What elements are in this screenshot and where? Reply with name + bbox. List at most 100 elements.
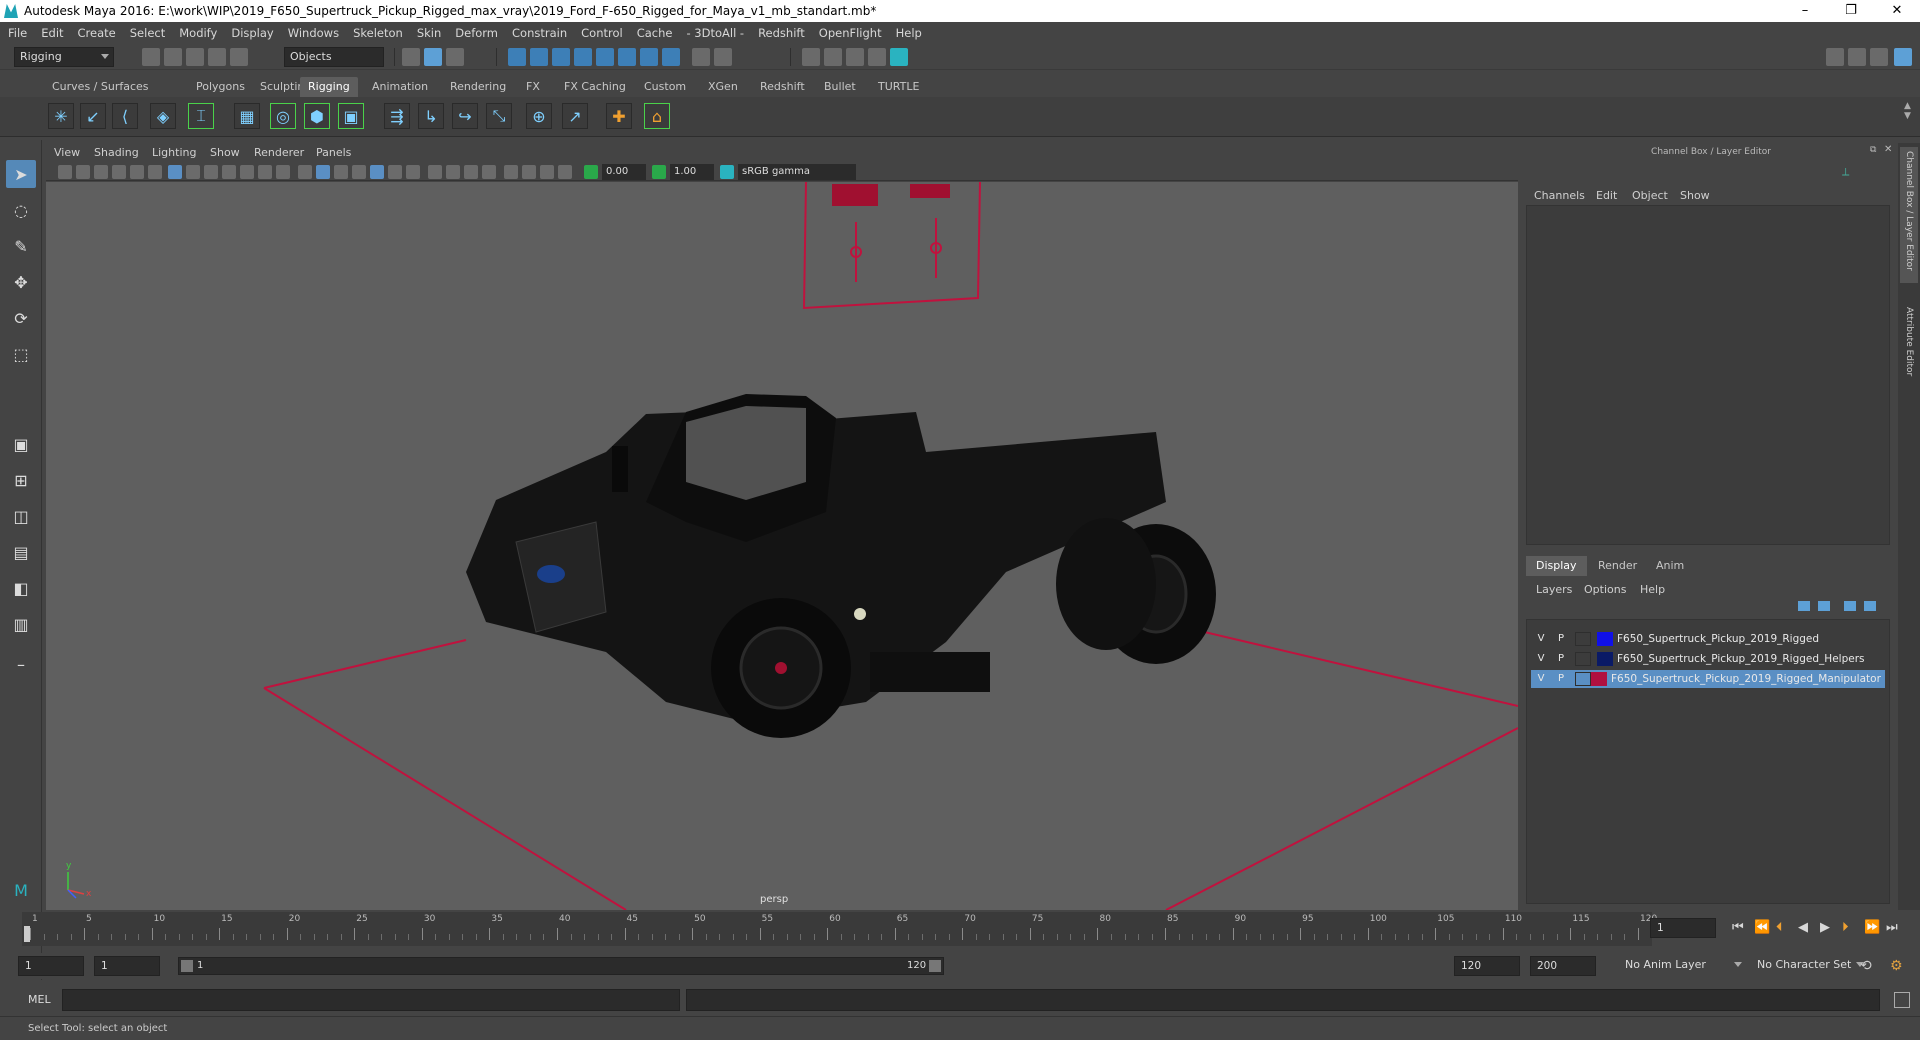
exposure-icon[interactable] bbox=[584, 165, 598, 179]
tab-polygons[interactable]: Polygons bbox=[188, 77, 253, 97]
2d-pan-zoom-icon[interactable] bbox=[130, 165, 144, 179]
close-button[interactable]: ✕ bbox=[1874, 0, 1920, 22]
safe-action-icon[interactable] bbox=[258, 165, 272, 179]
snap-pivot-icon[interactable] bbox=[640, 48, 658, 66]
camera-select-icon[interactable] bbox=[58, 165, 72, 179]
orient-constraint-icon[interactable]: ↪ bbox=[452, 103, 478, 129]
step-forward-key-icon[interactable]: ⏩ bbox=[1864, 920, 1880, 935]
viewport-menu-renderer[interactable]: Renderer bbox=[254, 146, 304, 159]
playback-toggle[interactable]: P bbox=[1553, 650, 1569, 668]
resolution-gate-icon[interactable] bbox=[204, 165, 218, 179]
object-menu[interactable]: Object bbox=[1632, 189, 1668, 202]
display-type-toggle[interactable] bbox=[1575, 632, 1591, 646]
side-by-side-icon[interactable]: ◫ bbox=[6, 502, 36, 530]
gamma-icon[interactable] bbox=[652, 165, 666, 179]
layer-row[interactable]: V P F650_Supertruck_Pickup_2019_Rigged_M… bbox=[1531, 670, 1885, 688]
smooth-bind-icon[interactable]: ▦ bbox=[234, 103, 260, 129]
new-layer-icon[interactable] bbox=[1844, 601, 1856, 611]
help-menu[interactable]: Help bbox=[1640, 583, 1665, 596]
tab-redshift[interactable]: Redshift bbox=[752, 77, 813, 97]
field-chart-icon[interactable] bbox=[240, 165, 254, 179]
undo-icon[interactable] bbox=[208, 48, 226, 66]
tab-fx-caching[interactable]: FX Caching bbox=[556, 77, 634, 97]
time-slider[interactable]: 1 5 10 15 20 25 30 35 40 45 50 55 60 65 70 75 80 85 90 95 10… bbox=[22, 912, 1657, 946]
channel-box-toggle-icon[interactable] bbox=[1894, 48, 1912, 66]
scale-tool-icon[interactable]: ⬚ bbox=[6, 340, 36, 368]
textured-icon[interactable] bbox=[370, 165, 384, 179]
camera-attributes-icon[interactable] bbox=[76, 165, 90, 179]
shadows-icon[interactable] bbox=[406, 165, 420, 179]
menu-file[interactable]: File bbox=[8, 26, 27, 40]
set-driven-key-icon[interactable]: ⌂ bbox=[644, 103, 670, 129]
viewport-menu-shading[interactable]: Shading bbox=[94, 146, 139, 159]
select-tool-icon[interactable]: ➤ bbox=[6, 160, 36, 188]
color-management-icon[interactable] bbox=[720, 165, 734, 179]
selection-mode-dropdown[interactable]: Objects bbox=[284, 47, 384, 67]
menu-modify[interactable]: Modify bbox=[179, 26, 217, 40]
menu-redshift[interactable]: Redshift bbox=[758, 26, 805, 40]
tab-render[interactable]: Render bbox=[1588, 556, 1647, 576]
persp-outliner-icon[interactable]: ◧ bbox=[6, 574, 36, 602]
layer-row[interactable]: V P F650_Supertruck_Pickup_2019_Rigged_H… bbox=[1531, 650, 1885, 668]
menuset-dropdown[interactable]: Rigging bbox=[14, 47, 114, 67]
ipr-render-icon[interactable] bbox=[846, 48, 864, 66]
point-constraint-icon[interactable]: ↳ bbox=[418, 103, 444, 129]
open-scene-icon[interactable] bbox=[164, 48, 182, 66]
hypershade-layout-icon[interactable]: ▥ bbox=[6, 610, 36, 638]
tab-fx[interactable]: FX bbox=[518, 77, 548, 97]
tab-xgen[interactable]: XGen bbox=[700, 77, 746, 97]
tab-attribute-editor[interactable]: Attribute Editor bbox=[1900, 303, 1918, 387]
playback-toggle[interactable]: P bbox=[1553, 630, 1569, 648]
grease-pencil-icon[interactable] bbox=[148, 165, 162, 179]
snap-live-icon[interactable] bbox=[596, 48, 614, 66]
command-input[interactable] bbox=[62, 989, 680, 1011]
joint-tool-icon[interactable]: ✳ bbox=[48, 103, 74, 129]
float-panel-icon[interactable]: ⧉ bbox=[1870, 145, 1876, 155]
layer-color-swatch[interactable] bbox=[1597, 652, 1613, 666]
menu-deform[interactable]: Deform bbox=[455, 26, 498, 40]
safe-title-icon[interactable] bbox=[276, 165, 290, 179]
snap-point-icon[interactable] bbox=[552, 48, 570, 66]
tab-turtle[interactable]: TURTLE bbox=[870, 77, 927, 97]
parent-constraint-icon[interactable]: ⇶ bbox=[384, 103, 410, 129]
pole-vector-icon[interactable]: ↗ bbox=[562, 103, 588, 129]
menu-openflight[interactable]: OpenFlight bbox=[819, 26, 882, 40]
lock-icon[interactable] bbox=[692, 48, 710, 66]
display-type-toggle[interactable] bbox=[1575, 672, 1591, 686]
mirror-joint-icon[interactable]: ⌶ bbox=[188, 103, 214, 129]
menu-windows[interactable]: Windows bbox=[288, 26, 339, 40]
animation-start-field[interactable]: 1 bbox=[18, 956, 84, 976]
gamma-field[interactable]: 1.00 bbox=[670, 164, 714, 180]
menu-edit[interactable]: Edit bbox=[41, 26, 63, 40]
lattice-icon[interactable]: ⬢ bbox=[304, 103, 330, 129]
snap-view-plane-icon[interactable] bbox=[574, 48, 592, 66]
menu-cache[interactable]: Cache bbox=[637, 26, 673, 40]
image-plane-icon[interactable] bbox=[112, 165, 126, 179]
xray-joints-icon[interactable] bbox=[558, 165, 572, 179]
menu-select[interactable]: Select bbox=[130, 26, 165, 40]
menu-control[interactable]: Control bbox=[581, 26, 623, 40]
paint-select-icon[interactable]: ✎ bbox=[6, 232, 36, 260]
insert-joint-icon[interactable]: ◈ bbox=[150, 103, 176, 129]
multisample-aa-icon[interactable] bbox=[464, 165, 478, 179]
anim-layer-dropdown[interactable]: No Anim Layer bbox=[1620, 956, 1746, 976]
tab-display[interactable]: Display bbox=[1526, 556, 1587, 576]
viewport-menu-view[interactable]: View bbox=[54, 146, 80, 159]
script-editor-icon[interactable] bbox=[1894, 992, 1910, 1008]
color-space-dropdown[interactable]: sRGB gamma bbox=[738, 164, 856, 180]
select-component-icon[interactable] bbox=[446, 48, 464, 66]
new-scene-icon[interactable] bbox=[142, 48, 160, 66]
tab-anim[interactable]: Anim bbox=[1646, 556, 1694, 576]
lasso-tool-icon[interactable]: ◌ bbox=[6, 196, 36, 224]
motion-blur-icon[interactable] bbox=[446, 165, 460, 179]
range-start-handle[interactable] bbox=[181, 960, 193, 972]
menu-help[interactable]: Help bbox=[896, 26, 922, 40]
depth-of-field-icon[interactable] bbox=[482, 165, 496, 179]
tab-animation[interactable]: Animation bbox=[364, 77, 436, 97]
hypershade-icon[interactable] bbox=[890, 48, 908, 66]
tab-channel-box-layer-editor[interactable]: Channel Box / Layer Editor bbox=[1900, 147, 1918, 283]
auto-key-icon[interactable]: ⟲ bbox=[1860, 958, 1872, 974]
scale-constraint-icon[interactable]: ⤡ bbox=[486, 103, 512, 129]
animation-end-field[interactable]: 200 bbox=[1530, 956, 1596, 976]
menu-skeleton[interactable]: Skeleton bbox=[353, 26, 403, 40]
